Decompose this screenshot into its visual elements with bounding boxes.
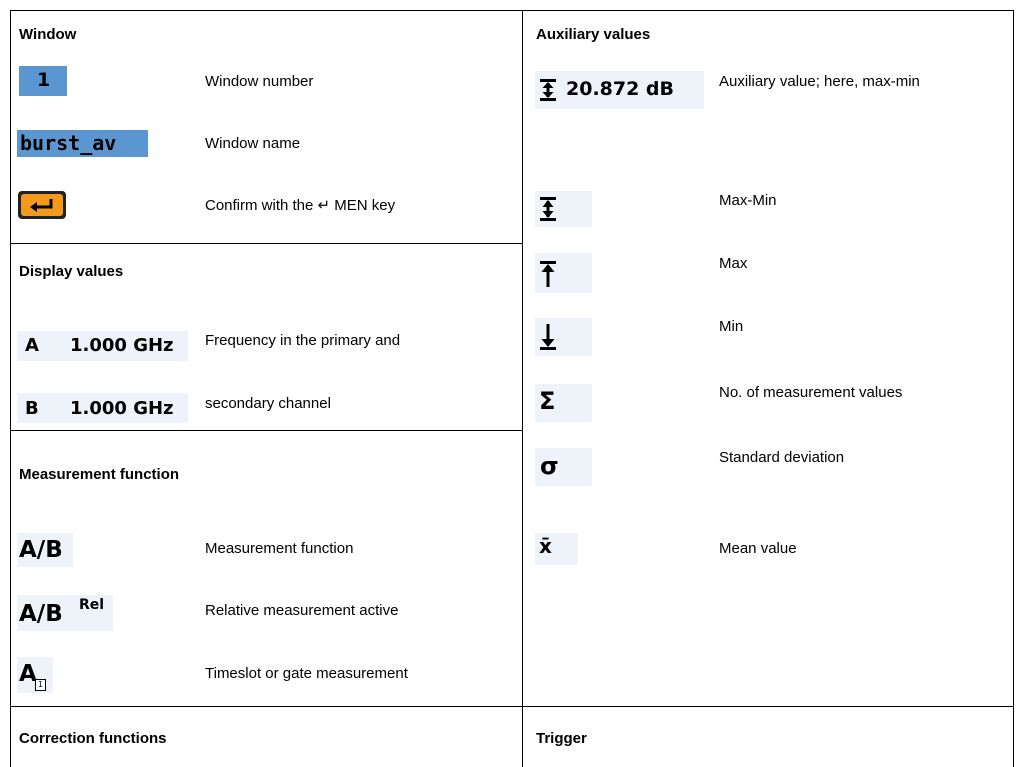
channel-a-value: 1.000 GHz — [70, 335, 174, 356]
display-desc-a: Frequency in the primary and — [205, 332, 401, 349]
min-desc: Min — [719, 318, 744, 335]
relative-measurement-text: A/B — [19, 601, 63, 627]
mean-icon: x̄ — [539, 534, 552, 558]
std-dev-desc: Standard deviation — [719, 449, 845, 466]
std-dev-chip: σ — [535, 448, 592, 486]
channel-b-value: 1.000 GHz — [70, 398, 174, 419]
table-border-top — [10, 10, 1014, 11]
mean-desc: Mean value — [719, 540, 797, 557]
auxiliary-value-desc: Auxiliary value; here, max-min — [719, 73, 920, 90]
max-min-icon — [539, 79, 557, 106]
timeslot-desc: Timeslot or gate measurement — [205, 665, 408, 682]
measurement-function-text: A/B — [19, 537, 63, 563]
section-header-auxiliary: Auxiliary values — [536, 26, 651, 43]
sigma-sum-icon: Σ — [539, 387, 556, 415]
table-border-left — [10, 10, 11, 767]
display-desc-b: secondary channel — [205, 395, 331, 412]
confirm-desc: Confirm with the ↵ MEN key — [205, 197, 396, 214]
window-number-value: 1 — [37, 69, 51, 91]
measurement-function-icon: A/B — [17, 533, 73, 567]
divider-correction — [10, 706, 1014, 707]
section-header-window: Window — [19, 26, 77, 43]
channel-a-label: A — [25, 335, 39, 356]
auxiliary-value-display: 20.872 dB — [535, 71, 704, 109]
display-value-a: A 1.000 GHz — [17, 331, 188, 361]
enter-key-icon — [17, 190, 67, 220]
relative-measurement-icon: A/B Rel — [17, 595, 113, 631]
window-name-icon: burst_av — [17, 130, 148, 157]
channel-b-label: B — [25, 398, 39, 419]
max-min-icon — [539, 197, 557, 226]
sigma-sum-desc: No. of measurement values — [719, 384, 903, 401]
window-name-desc: Window name — [205, 135, 301, 152]
min-icon — [539, 324, 557, 355]
table-border-right — [1013, 10, 1014, 767]
section-header-correction: Correction functions — [19, 730, 167, 747]
max-icon — [539, 261, 557, 292]
mean-chip: x̄ — [535, 533, 578, 565]
window-name-value: burst_av — [20, 131, 117, 155]
max-min-chip — [535, 191, 592, 227]
display-value-b: B 1.000 GHz — [17, 393, 188, 423]
relative-measurement-sup: Rel — [79, 597, 105, 613]
timeslot-sub: 1 — [35, 679, 46, 691]
section-header-display: Display values — [19, 263, 124, 280]
column-divider — [522, 10, 523, 767]
min-chip — [535, 318, 592, 356]
measurement-function-desc: Measurement function — [205, 540, 354, 557]
max-min-desc: Max-Min — [719, 192, 777, 209]
max-desc: Max — [719, 255, 748, 272]
window-number-icon: 1 — [19, 66, 67, 96]
divider-measurement — [10, 430, 523, 431]
relative-measurement-desc: Relative measurement active — [205, 602, 399, 619]
auxiliary-value-reading: 20.872 dB — [566, 78, 675, 100]
divider-display — [10, 243, 523, 244]
sigma-sum-chip: Σ — [535, 384, 592, 422]
section-header-measurement: Measurement function — [19, 466, 180, 483]
section-header-trigger: Trigger — [536, 730, 587, 747]
max-chip — [535, 253, 592, 293]
timeslot-icon: A 1 — [17, 657, 53, 693]
window-number-desc: Window number — [205, 73, 314, 90]
std-dev-icon: σ — [540, 452, 559, 480]
